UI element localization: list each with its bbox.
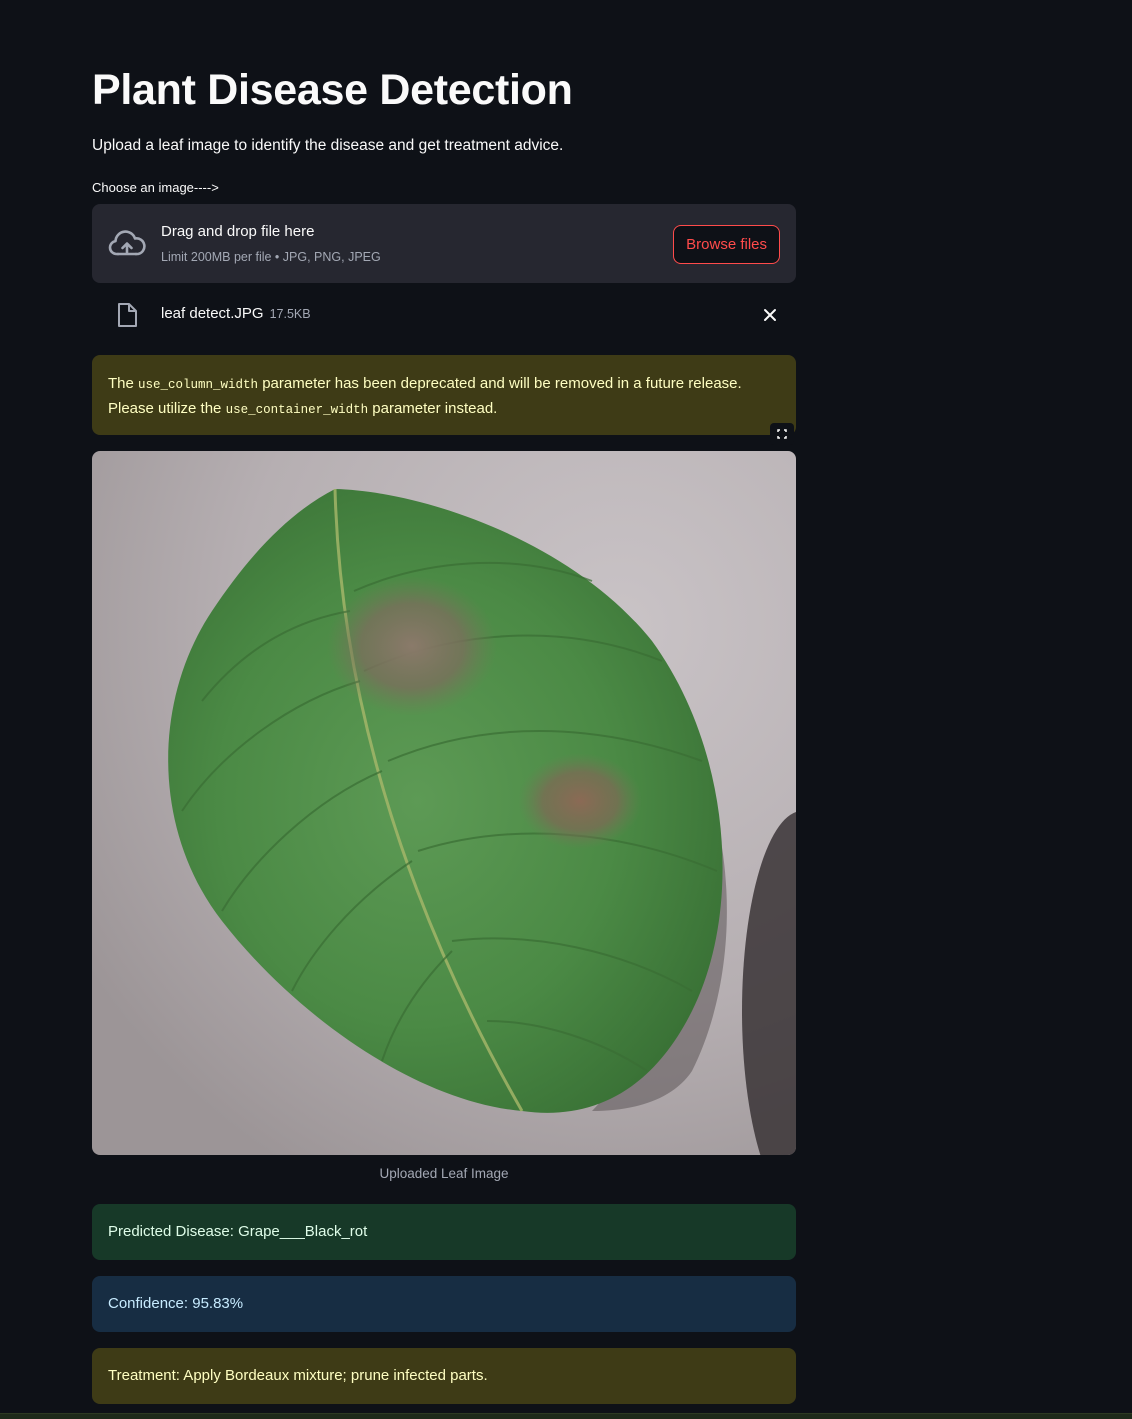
browse-files-button[interactable]: Browse files (673, 225, 780, 264)
cloud-upload-icon (108, 230, 146, 256)
close-icon[interactable] (762, 307, 778, 323)
warning-code-new: use_container_width (225, 403, 369, 417)
warning-text-after: parameter instead. (368, 400, 498, 417)
file-icon (118, 303, 137, 327)
bottom-status-bar (0, 1413, 1132, 1419)
uploaded-file-row: leaf detect.JPG 17.5KB (92, 296, 796, 336)
page-title: Plant Disease Detection (92, 66, 573, 114)
uploaded-leaf-image (92, 451, 796, 1155)
app-page: Plant Disease Detection Upload a leaf im… (0, 0, 1132, 1419)
prediction-alert: Predicted Disease: Grape___Black_rot (92, 1204, 796, 1260)
warning-text-before: The (108, 375, 139, 392)
file-name-text: leaf detect.JPG (161, 305, 264, 322)
dropzone-limit-text: Limit 200MB per file • JPG, PNG, JPEG (161, 250, 381, 264)
fullscreen-icon (777, 429, 787, 439)
file-uploader-label: Choose an image----> (92, 180, 219, 195)
dropzone-title: Drag and drop file here (161, 223, 315, 240)
file-dropzone[interactable]: Drag and drop file here Limit 200MB per … (92, 204, 796, 283)
confidence-alert: Confidence: 95.83% (92, 1276, 796, 1332)
treatment-alert: Treatment: Apply Bordeaux mixture; prune… (92, 1348, 796, 1404)
file-size: 17.5KB (269, 307, 311, 321)
leaf-photo (92, 451, 796, 1155)
deprecation-warning-alert: The use_column_width parameter has been … (92, 355, 796, 435)
warning-code-old: use_column_width (138, 378, 259, 392)
page-subtitle: Upload a leaf image to identify the dise… (92, 137, 564, 154)
image-caption: Uploaded Leaf Image (379, 1166, 509, 1181)
uploaded-file-name: leaf detect.JPG 17.5KB (161, 305, 311, 322)
fullscreen-button[interactable] (770, 423, 794, 445)
